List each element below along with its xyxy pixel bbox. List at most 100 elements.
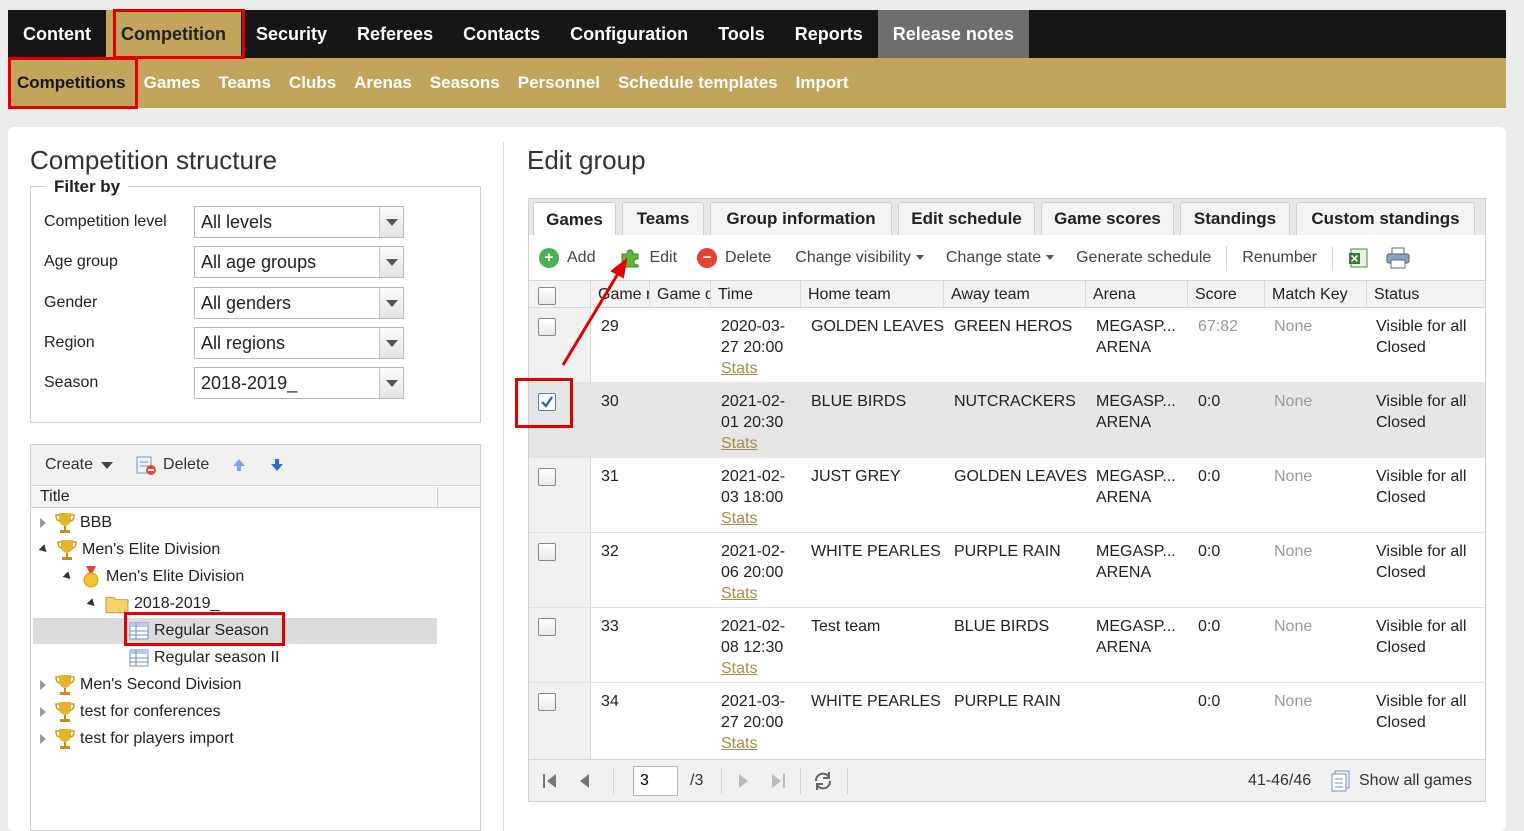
tree-item-test-for-players-import[interactable]: test for players import	[40, 725, 234, 752]
gender-select[interactable]: All genders	[194, 287, 404, 319]
previous-page-button[interactable]	[577, 772, 591, 795]
expand-arrow-icon[interactable]	[40, 733, 46, 744]
expand-arrow-icon[interactable]	[40, 679, 46, 690]
row-checkbox[interactable]	[538, 543, 556, 561]
collapse-arrow-icon[interactable]	[86, 598, 98, 609]
subnav-clubs[interactable]: Clubs	[280, 58, 345, 108]
column-home-team[interactable]: Home team	[801, 281, 944, 308]
table-row-selected[interactable]: 30 2021-02- 01 20:30 Stats BLUE BIRDS NUTC…	[529, 383, 1485, 458]
nav-content[interactable]: Content	[8, 10, 106, 58]
stats-link[interactable]: Stats	[721, 660, 757, 677]
column-status[interactable]: Status	[1367, 281, 1485, 308]
subnav-competitions[interactable]: Competitions	[8, 58, 135, 108]
chevron-down-icon[interactable]	[379, 288, 403, 318]
delete-button[interactable]: − Delete	[697, 247, 771, 268]
move-down-button[interactable]	[269, 457, 285, 473]
row-checkbox[interactable]	[538, 468, 556, 486]
nav-competition[interactable]: Competition	[105, 10, 241, 58]
stats-link[interactable]: Stats	[721, 585, 757, 602]
stats-link[interactable]: Stats	[721, 435, 757, 452]
add-button[interactable]: + Add	[539, 247, 595, 268]
tree-delete-button[interactable]: Delete	[135, 455, 209, 475]
nav-configuration[interactable]: Configuration	[555, 10, 703, 58]
show-all-games-button[interactable]: Show all games	[1330, 770, 1472, 792]
competition-level-select[interactable]: All levels	[194, 206, 404, 238]
chevron-down-icon[interactable]	[379, 207, 403, 237]
last-page-button[interactable]	[769, 772, 787, 795]
tab-teams[interactable]: Teams	[622, 202, 704, 235]
nav-tools[interactable]: Tools	[703, 10, 780, 58]
expand-arrow-icon[interactable]	[40, 706, 46, 717]
row-checkbox[interactable]	[538, 393, 556, 411]
nav-security[interactable]: Security	[241, 10, 342, 58]
subnav-schedule-templates[interactable]: Schedule templates	[609, 58, 787, 108]
subnav-import[interactable]: Import	[787, 58, 858, 108]
page-number-input[interactable]	[633, 766, 678, 796]
table-row[interactable]: 29 2020-03- 27 20:00 Stats GOLDEN LEAVES G…	[529, 308, 1485, 383]
tree-item-regular-season[interactable]: Regular Season	[129, 617, 269, 644]
next-page-button[interactable]	[737, 772, 751, 795]
nav-release-notes[interactable]: Release notes	[877, 10, 1029, 58]
tree-item-season-2018-2019[interactable]: 2018-2019_	[86, 590, 219, 617]
change-visibility-menu[interactable]: Change visibility	[795, 249, 924, 267]
age-group-select[interactable]: All age groups	[194, 246, 404, 278]
column-time[interactable]: Time	[711, 281, 801, 308]
print-button[interactable]	[1386, 247, 1410, 269]
nav-contacts[interactable]: Contacts	[448, 10, 555, 58]
subnav-teams[interactable]: Teams	[209, 58, 280, 108]
tree-item-mens-elite-division-level[interactable]: Men's Elite Division	[62, 563, 244, 590]
collapse-arrow-icon[interactable]	[62, 571, 74, 582]
tree-item-bbb[interactable]: BBB	[40, 509, 112, 536]
tree-item-mens-elite-division[interactable]: Men's Elite Division	[38, 536, 220, 563]
column-game-date[interactable]: Game d	[650, 281, 711, 308]
tree-item-regular-season-ii[interactable]: Regular season II	[129, 644, 279, 671]
chevron-down-icon[interactable]	[379, 368, 403, 398]
renumber-button[interactable]: Renumber	[1242, 249, 1317, 267]
table-row[interactable]: 32 2021-02- 06 20:00 Stats WHITE PEARLES P…	[529, 533, 1485, 608]
chevron-down-icon[interactable]	[379, 328, 403, 358]
column-match-key[interactable]: Match Key	[1265, 281, 1367, 308]
subnav-personnel[interactable]: Personnel	[509, 58, 609, 108]
expand-arrow-icon[interactable]	[40, 517, 46, 528]
region-select[interactable]: All regions	[194, 327, 404, 359]
edit-button[interactable]: Edit	[619, 247, 677, 269]
subnav-arenas[interactable]: Arenas	[345, 58, 421, 108]
export-excel-button[interactable]	[1348, 247, 1370, 269]
nav-reports[interactable]: Reports	[780, 10, 878, 58]
tab-custom-standings[interactable]: Custom standings	[1296, 202, 1475, 235]
chevron-down-icon[interactable]	[379, 247, 403, 277]
column-away-team[interactable]: Away team	[944, 281, 1086, 308]
column-score[interactable]: Score	[1188, 281, 1265, 308]
create-button[interactable]: Create	[45, 456, 114, 474]
tab-group-information[interactable]: Group information	[710, 202, 892, 235]
table-row[interactable]: 31 2021-02- 03 18:00 Stats JUST GREY GOLDE…	[529, 458, 1485, 533]
stats-link[interactable]: Stats	[721, 360, 757, 377]
tab-games[interactable]: Games	[533, 202, 616, 236]
refresh-button[interactable]	[812, 770, 834, 797]
stats-link[interactable]: Stats	[721, 735, 757, 752]
row-checkbox[interactable]	[538, 318, 556, 336]
season-select[interactable]: 2018-2019_	[194, 367, 404, 399]
filter-label: Competition level	[44, 213, 167, 230]
row-checkbox[interactable]	[538, 618, 556, 636]
tab-edit-schedule[interactable]: Edit schedule	[898, 202, 1035, 235]
tree-item-mens-second-division[interactable]: Men's Second Division	[40, 671, 241, 698]
subnav-games[interactable]: Games	[135, 58, 210, 108]
column-game-number[interactable]: Game n	[591, 281, 650, 308]
table-row[interactable]: 34 2021-03- 27 20:00 Stats WHITE PEARLES P…	[529, 683, 1485, 758]
change-state-menu[interactable]: Change state	[946, 249, 1055, 267]
select-all-checkbox[interactable]	[538, 287, 556, 305]
collapse-arrow-icon[interactable]	[38, 544, 50, 555]
first-page-button[interactable]	[541, 772, 559, 795]
column-arena[interactable]: Arena	[1086, 281, 1188, 308]
nav-referees[interactable]: Referees	[342, 10, 448, 58]
tab-game-scores[interactable]: Game scores	[1041, 202, 1174, 235]
subnav-seasons[interactable]: Seasons	[421, 58, 509, 108]
tree-item-test-for-conferences[interactable]: test for conferences	[40, 698, 221, 725]
move-up-button[interactable]	[231, 457, 247, 473]
generate-schedule-button[interactable]: Generate schedule	[1076, 249, 1211, 267]
row-checkbox[interactable]	[538, 693, 556, 711]
tab-standings[interactable]: Standings	[1180, 202, 1290, 235]
stats-link[interactable]: Stats	[721, 510, 757, 527]
table-row[interactable]: 33 2021-02- 08 12:30 Stats Test team BLUE …	[529, 608, 1485, 683]
